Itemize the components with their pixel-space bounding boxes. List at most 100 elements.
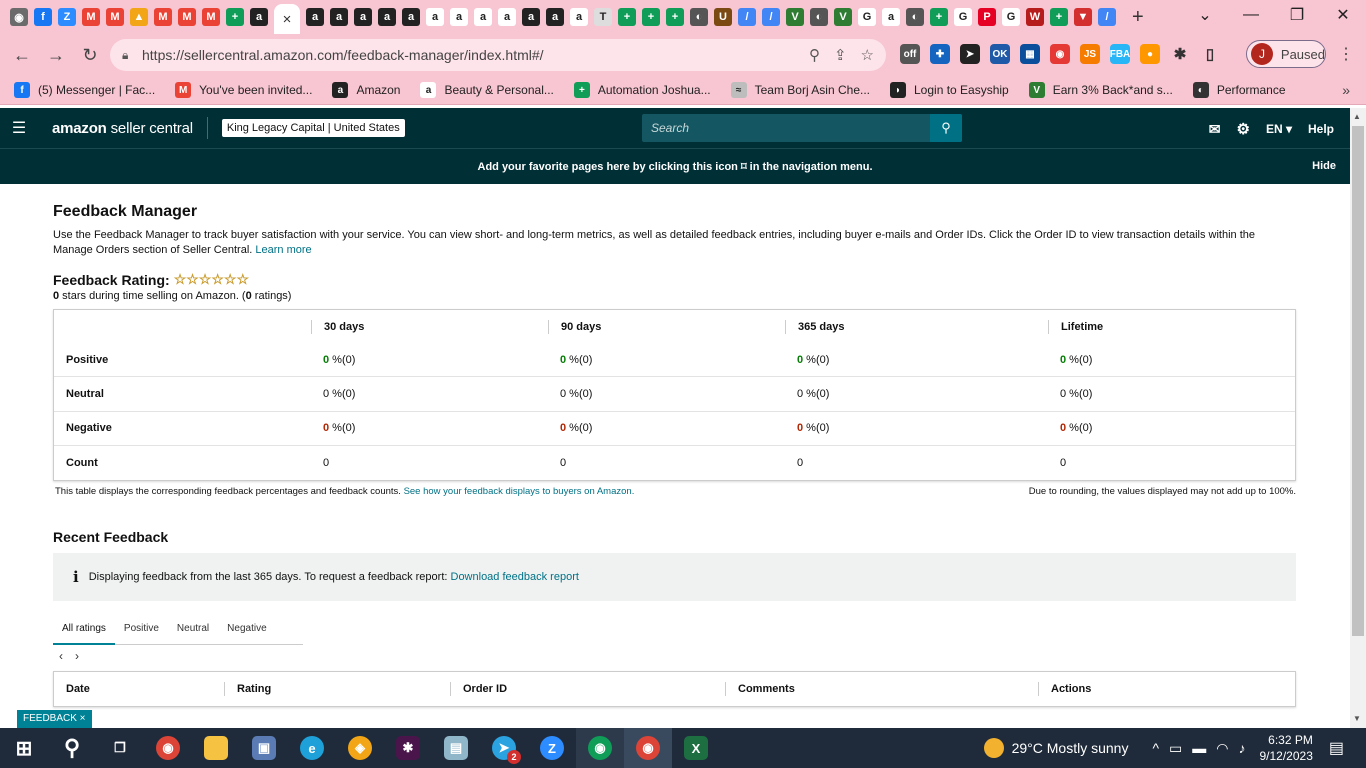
tab-favicon-icon[interactable]: ◉ bbox=[10, 8, 28, 26]
extension-blue-icon[interactable]: ✚ bbox=[930, 44, 950, 64]
notes-taskbar-app[interactable]: ▤ bbox=[432, 728, 480, 768]
feedback-badge-button[interactable]: FEEDBACK × bbox=[17, 710, 92, 728]
tab-search-icon[interactable]: ⌄ bbox=[1182, 0, 1228, 30]
clock[interactable]: 6:32 PM 9/12/2023 bbox=[1259, 732, 1312, 764]
tab-favicon-icon[interactable]: / bbox=[738, 8, 756, 26]
extension-pokeball-icon[interactable]: ◉ bbox=[1050, 44, 1070, 64]
tab-favicon-icon[interactable]: M bbox=[154, 8, 172, 26]
reload-icon[interactable]: ↻ bbox=[74, 39, 106, 71]
hide-banner-button[interactable]: Hide bbox=[1312, 160, 1336, 172]
tab-favicon-icon[interactable]: / bbox=[762, 8, 780, 26]
close-window-icon[interactable]: ✕ bbox=[1320, 0, 1366, 30]
bookmark-star-icon[interactable]: ☆ bbox=[861, 46, 874, 64]
close-tab-icon[interactable]: × bbox=[283, 11, 292, 28]
extension-ok-icon[interactable]: OK bbox=[990, 44, 1010, 64]
profile-button[interactable]: J Paused bbox=[1246, 40, 1326, 68]
tab-favicon-icon[interactable]: a bbox=[306, 8, 324, 26]
tray-chevron-up-icon[interactable]: ^ bbox=[1152, 740, 1159, 756]
task-view-button[interactable]: ❐ bbox=[96, 728, 144, 768]
forward-icon[interactable]: → bbox=[40, 39, 72, 71]
tab-favicon-icon[interactable]: + bbox=[666, 8, 684, 26]
excel-taskbar-app[interactable]: X bbox=[672, 728, 720, 768]
bookmark-item[interactable]: a Beauty & Personal... bbox=[420, 82, 554, 98]
tab-favicon-icon[interactable]: + bbox=[226, 8, 244, 26]
chrome-profile-taskbar-app[interactable]: ◉ bbox=[576, 728, 624, 768]
address-bar[interactable]: 🔒︎ https://sellercentral.amazon.com/feed… bbox=[110, 39, 886, 71]
chrome-active-taskbar-app[interactable]: ◉ bbox=[624, 728, 672, 768]
tab-positive[interactable]: Positive bbox=[115, 615, 168, 645]
tab-favicon-icon[interactable]: a bbox=[250, 8, 268, 26]
scroll-down-icon[interactable]: ▼ bbox=[1353, 714, 1361, 723]
tab-favicon-icon[interactable]: a bbox=[474, 8, 492, 26]
bookmark-item[interactable]: ◐ Performance bbox=[1192, 82, 1286, 98]
tab-favicon-icon[interactable]: f bbox=[34, 8, 52, 26]
tab-favicon-icon[interactable]: a bbox=[546, 8, 564, 26]
bookmark-item[interactable]: a Amazon bbox=[332, 82, 400, 98]
tab-favicon-icon[interactable]: / bbox=[1098, 8, 1116, 26]
learn-more-link[interactable]: Learn more bbox=[255, 244, 311, 256]
page-scrollbar[interactable]: ▲ ▼ bbox=[1350, 108, 1366, 728]
new-tab-button[interactable]: + bbox=[1132, 6, 1144, 29]
menu-icon[interactable]: ☰ bbox=[0, 118, 38, 138]
bookmark-item[interactable]: V Earn 3% Back*and s... bbox=[1028, 82, 1173, 98]
bookmark-item[interactable]: + Automation Joshua... bbox=[573, 82, 711, 98]
scrollbar-thumb[interactable] bbox=[1352, 126, 1364, 636]
extension-arrow-icon[interactable]: ➤ bbox=[960, 44, 980, 64]
tab-favicon-icon[interactable]: U bbox=[714, 8, 732, 26]
battery-icon[interactable]: ▬ bbox=[1192, 740, 1206, 756]
side-panel-icon[interactable]: ▯ bbox=[1200, 44, 1220, 64]
share-icon[interactable]: ⇪ bbox=[834, 46, 847, 64]
telegram-taskbar-app[interactable]: ➤ 2 bbox=[480, 728, 528, 768]
wifi-icon[interactable]: ◠ bbox=[1216, 740, 1228, 757]
language-selector[interactable]: EN ▾ bbox=[1266, 122, 1292, 136]
download-report-link[interactable]: Download feedback report bbox=[451, 571, 579, 583]
chevron-right-icon[interactable]: › bbox=[75, 649, 79, 663]
search-input[interactable]: Search bbox=[642, 114, 930, 142]
scroll-up-icon[interactable]: ▲ bbox=[1353, 112, 1361, 121]
minimize-icon[interactable]: — bbox=[1228, 0, 1274, 30]
url-text[interactable]: https://sellercentral.amazon.com/feedbac… bbox=[142, 47, 544, 63]
browser-menu-icon[interactable]: ⋮ bbox=[1338, 44, 1354, 64]
tab-favicon-icon[interactable]: a bbox=[354, 8, 372, 26]
edge-taskbar-app[interactable]: e bbox=[288, 728, 336, 768]
bookmarks-overflow-icon[interactable]: » bbox=[1342, 82, 1350, 98]
bookmark-item[interactable]: M You've been invited... bbox=[175, 82, 312, 98]
tab-favicon-icon[interactable]: Z bbox=[58, 8, 76, 26]
tab-favicon-icon[interactable]: P bbox=[978, 8, 996, 26]
tab-favicon-icon[interactable]: ▼ bbox=[1074, 8, 1092, 26]
extensions-puzzle-icon[interactable]: ✱ bbox=[1170, 44, 1190, 64]
tab-favicon-icon[interactable]: a bbox=[882, 8, 900, 26]
column-header-actions[interactable]: Actions bbox=[1038, 681, 1295, 696]
tab-favicon-icon[interactable]: M bbox=[82, 8, 100, 26]
tab-favicon-icon[interactable]: + bbox=[618, 8, 636, 26]
tab-favicon-icon[interactable]: a bbox=[378, 8, 396, 26]
extension-fba-icon[interactable]: FBA bbox=[1110, 44, 1130, 64]
bookmark-item[interactable]: ◗ Login to Easyship bbox=[890, 82, 1009, 98]
tab-favicon-icon[interactable]: a bbox=[426, 8, 444, 26]
column-header-order-id[interactable]: Order ID bbox=[450, 681, 725, 696]
lock-icon[interactable]: 🔒︎ bbox=[122, 48, 140, 63]
tab-favicon-icon[interactable]: a bbox=[402, 8, 420, 26]
tab-favicon-icon[interactable]: W bbox=[1026, 8, 1044, 26]
extension-off-icon[interactable]: off bbox=[900, 44, 920, 64]
meet-now-icon[interactable]: ▭ bbox=[1169, 740, 1182, 757]
tab-favicon-icon[interactable]: ◐ bbox=[810, 8, 828, 26]
buyer-display-link[interactable]: See how your feedback displays to buyers… bbox=[404, 486, 635, 497]
extension-grid-icon[interactable]: ▦ bbox=[1020, 44, 1040, 64]
tab-favicon-icon[interactable]: a bbox=[450, 8, 468, 26]
column-header-date[interactable]: Date bbox=[54, 682, 224, 696]
slack-taskbar-app[interactable]: ✱ bbox=[384, 728, 432, 768]
volume-icon[interactable]: ♪ bbox=[1238, 740, 1245, 756]
tab-favicon-icon[interactable]: T bbox=[594, 8, 612, 26]
tab-neutral[interactable]: Neutral bbox=[168, 615, 218, 645]
tab-favicon-icon[interactable]: + bbox=[642, 8, 660, 26]
weather-widget[interactable]: 29°C Mostly sunny bbox=[983, 738, 1128, 758]
notifications-icon[interactable]: ▤ bbox=[1329, 738, 1344, 758]
column-header-comments[interactable]: Comments bbox=[725, 681, 1038, 696]
tab-favicon-icon[interactable]: V bbox=[834, 8, 852, 26]
help-link[interactable]: Help bbox=[1308, 122, 1334, 136]
tab-favicon-icon[interactable]: ◐ bbox=[906, 8, 924, 26]
zoom-taskbar-app[interactable]: Z bbox=[528, 728, 576, 768]
tab-favicon-icon[interactable]: a bbox=[570, 8, 588, 26]
zoom-icon[interactable]: ⚲ bbox=[809, 46, 820, 64]
